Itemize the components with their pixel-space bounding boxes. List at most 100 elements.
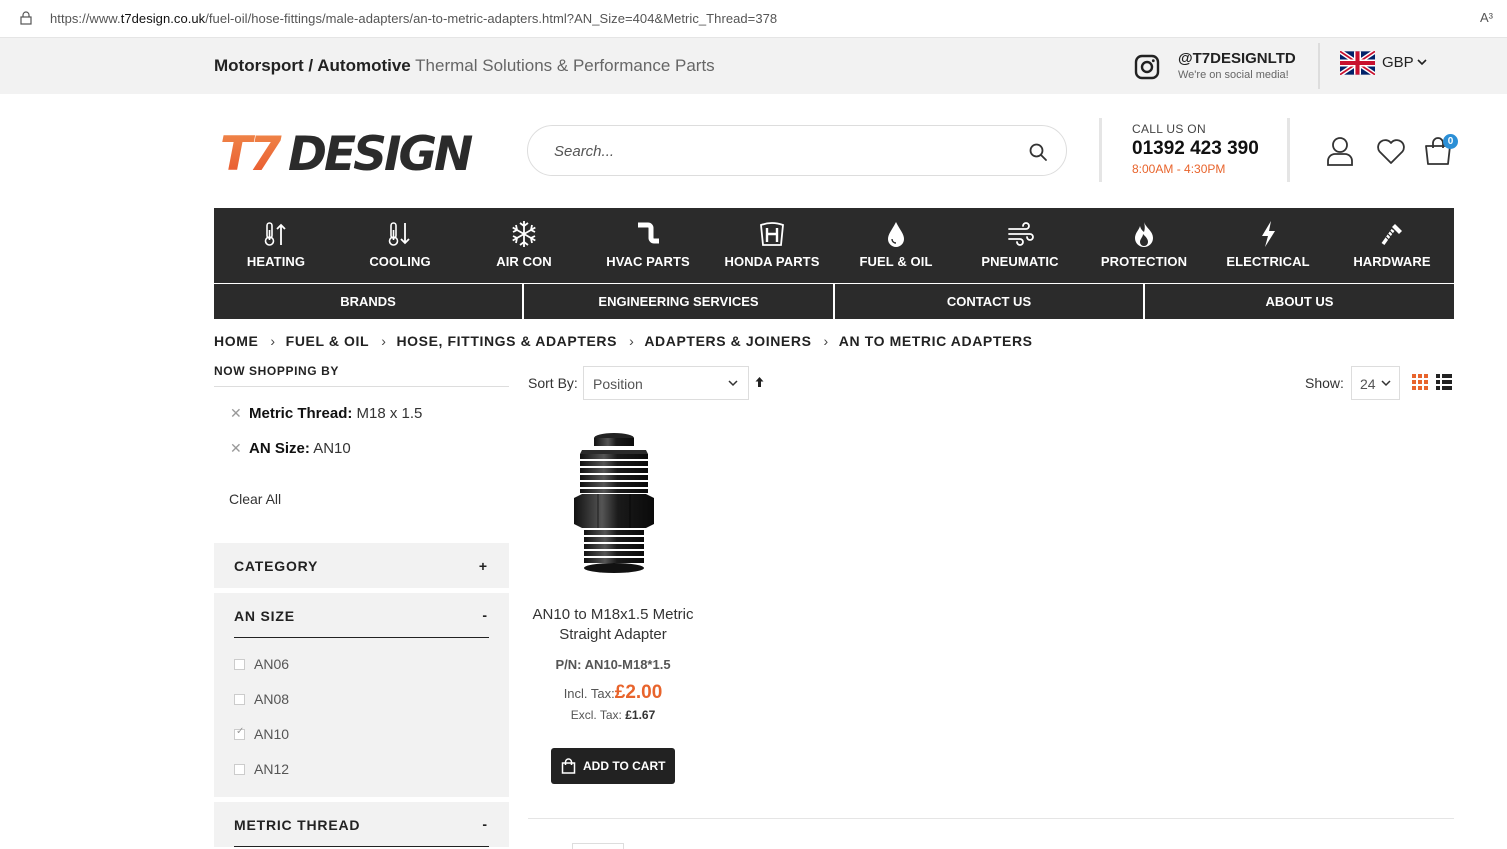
heating-icon	[264, 222, 286, 246]
product-image[interactable]	[558, 428, 670, 578]
account-icon[interactable]	[1326, 136, 1354, 166]
checkbox[interactable]	[234, 694, 245, 705]
list-view-icon[interactable]	[1436, 374, 1452, 390]
nav-item-air-con[interactable]: AIR CON	[462, 208, 586, 283]
now-shopping-heading: NOW SHOPPING BY	[214, 364, 340, 378]
product-sku: P/N: AN10-M18*1.5	[555, 657, 671, 672]
social-handle[interactable]: @T7DESIGNLTD	[1178, 50, 1296, 67]
nav-label: PNEUMATIC	[981, 254, 1059, 269]
nav-item-hardware[interactable]: HARDWARE	[1330, 208, 1454, 283]
nav-label: PROTECTION	[1100, 254, 1188, 269]
divider	[1287, 118, 1290, 182]
read-aloud-icon[interactable]: A³	[1480, 10, 1493, 25]
nav-item-protection[interactable]: PROTECTION	[1082, 208, 1206, 283]
phone-number[interactable]: 01392 423 390	[1132, 138, 1259, 160]
lightning-icon	[1262, 221, 1275, 247]
divider	[1099, 118, 1102, 182]
main-navigation: HEATING COOLING AIR CON HVAC PARTS HONDA…	[214, 208, 1454, 283]
nav-item-heating[interactable]: HEATING	[214, 208, 338, 283]
nav-label: COOLING	[369, 254, 431, 269]
checkbox[interactable]	[234, 659, 245, 670]
sort-label: Sort By:	[528, 375, 578, 391]
divider	[214, 386, 509, 387]
filter-option-an06[interactable]: AN06	[234, 656, 289, 672]
divider	[234, 637, 489, 638]
subnav-about-us[interactable]: ABOUT US	[1145, 284, 1454, 319]
price-excl-value: £1.67	[625, 708, 656, 722]
breadcrumb: HOME › FUEL & OIL › HOSE, FITTINGS & ADAPTER…	[214, 333, 1033, 349]
droplet-icon	[888, 222, 904, 247]
an-size-title[interactable]: AN SIZE	[234, 608, 295, 624]
svg-text:DESIGN: DESIGN	[288, 128, 473, 174]
breadcrumb-fuel-oil[interactable]: FUEL & OIL	[286, 333, 370, 349]
t7design-logo[interactable]: T7 DESIGN	[220, 128, 484, 174]
call-label: CALL US ON	[1132, 122, 1206, 136]
nav-item-cooling[interactable]: COOLING	[338, 208, 462, 283]
breadcrumb-adapters-joiners[interactable]: ADAPTERS & JOINERS	[644, 333, 811, 349]
nav-label: ELECTRICAL	[1226, 254, 1310, 269]
nav-item-hvac-parts[interactable]: HVAC PARTS	[586, 208, 710, 283]
sort-select[interactable]: Position	[583, 366, 749, 400]
toolbar-bottom-select[interactable]	[572, 843, 624, 849]
filter-value: M18 x 1.5	[356, 405, 423, 422]
pipe-icon	[638, 222, 659, 244]
active-filter: ✕ AN Size: AN10	[230, 440, 351, 457]
secondary-navigation: BRANDS ENGINEERING SERVICES CONTACT US A…	[214, 284, 1454, 319]
add-to-cart-label: ADD TO CART	[583, 759, 666, 773]
price-value: £2.00	[614, 682, 663, 703]
category-filter-header[interactable]: CATEGORY +	[214, 543, 509, 588]
collapse-icon[interactable]: -	[482, 816, 487, 832]
filter-option-an10[interactable]: AN10	[234, 726, 289, 742]
search-box[interactable]	[527, 125, 1067, 176]
clear-all-link[interactable]: Clear All	[229, 491, 281, 507]
nav-item-fuel-oil[interactable]: FUEL & OIL	[834, 208, 958, 283]
limiter-select[interactable]: 24	[1351, 366, 1400, 400]
breadcrumb-separator: ›	[823, 333, 829, 349]
subnav-engineering-services[interactable]: ENGINEERING SERVICES	[524, 284, 833, 319]
metric-thread-filter-header[interactable]: METRIC THREAD -	[214, 802, 509, 847]
chevron-down-icon[interactable]	[1417, 59, 1427, 66]
wind-icon	[1008, 222, 1034, 246]
price-incl-tax: Incl. Tax:£2.00	[563, 682, 663, 703]
bag-icon	[561, 758, 576, 774]
nav-item-honda-parts[interactable]: HONDA PARTS	[710, 208, 834, 283]
expand-icon[interactable]: +	[479, 558, 487, 574]
checkbox-checked[interactable]	[234, 726, 245, 740]
breadcrumb-separator: ›	[629, 333, 635, 349]
opening-hours: 8:00AM - 4:30PM	[1132, 162, 1226, 176]
top-strip: Motorsport / Automotive Thermal Solution…	[0, 38, 1507, 94]
search-icon[interactable]	[1028, 142, 1048, 162]
nav-item-electrical[interactable]: ELECTRICAL	[1206, 208, 1330, 283]
cooling-icon	[388, 222, 410, 246]
filter-option-an08[interactable]: AN08	[234, 691, 289, 707]
breadcrumb-hose-fittings[interactable]: HOSE, FITTINGS & ADAPTERS	[396, 333, 617, 349]
add-to-cart-button[interactable]: ADD TO CART	[551, 748, 675, 784]
browser-address-bar[interactable]: https://www.t7design.co.uk/fuel-oil/hose…	[0, 0, 1507, 38]
checkbox[interactable]	[234, 764, 245, 775]
sort-direction-arrow-icon[interactable]	[754, 376, 765, 388]
product-name[interactable]: AN10 to M18x1.5 Metric Straight Adapter	[528, 605, 698, 645]
chevron-down-icon	[1381, 380, 1391, 387]
cart-count-badge: 0	[1443, 134, 1458, 149]
heart-icon[interactable]	[1376, 137, 1406, 165]
currency-selector[interactable]: GBP	[1382, 54, 1414, 71]
collapse-icon[interactable]: -	[482, 607, 487, 623]
nav-item-pneumatic[interactable]: PNEUMATIC	[958, 208, 1082, 283]
active-filter: ✕ Metric Thread: M18 x 1.5	[230, 405, 422, 422]
remove-filter-icon[interactable]: ✕	[230, 405, 242, 422]
divider	[1318, 43, 1320, 89]
breadcrumb-home[interactable]: HOME	[214, 333, 258, 349]
filter-option-an12[interactable]: AN12	[234, 761, 289, 777]
instagram-icon[interactable]	[1134, 54, 1160, 80]
grid-view-icon[interactable]	[1412, 374, 1428, 390]
subnav-brands[interactable]: BRANDS	[214, 284, 522, 319]
uk-flag-icon[interactable]	[1340, 51, 1375, 75]
subnav-contact-us[interactable]: CONTACT US	[835, 284, 1143, 319]
url-text[interactable]: https://www.t7design.co.uk/fuel-oil/hose…	[50, 11, 777, 26]
nav-label: FUEL & OIL	[859, 254, 933, 269]
remove-filter-icon[interactable]: ✕	[230, 440, 242, 457]
category-title: CATEGORY	[234, 558, 319, 574]
search-input[interactable]	[554, 140, 994, 162]
social-subtext: We're on social media!	[1178, 69, 1289, 81]
svg-text:T7: T7	[220, 128, 282, 174]
